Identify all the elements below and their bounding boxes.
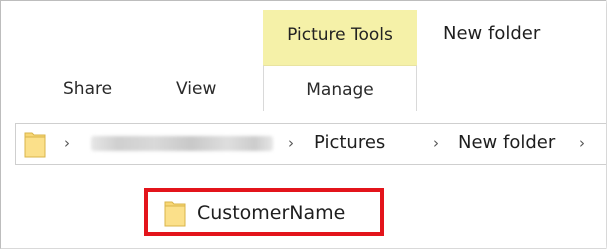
- folder-item-customername[interactable]: CustomerName: [144, 188, 384, 236]
- chevron-right-icon[interactable]: ›: [64, 134, 70, 152]
- breadcrumb-new-folder[interactable]: New folder: [458, 132, 555, 153]
- window-title: New folder: [443, 23, 541, 44]
- address-bar[interactable]: › › Pictures › New folder ›: [15, 123, 606, 165]
- file-name: CustomerName: [197, 202, 346, 224]
- tab-share[interactable]: Share: [63, 79, 112, 99]
- tab-view[interactable]: View: [176, 79, 216, 99]
- folder-icon: [24, 130, 46, 158]
- tab-manage-label: Manage: [306, 80, 374, 100]
- chevron-right-icon[interactable]: ›: [433, 134, 439, 152]
- explorer-window: New folder Picture Tools Share View Mana…: [0, 0, 606, 249]
- breadcrumb-pictures[interactable]: Pictures: [314, 132, 385, 153]
- ribbon-tabs: Share View Manage: [1, 65, 606, 111]
- chevron-right-icon[interactable]: ›: [579, 134, 585, 152]
- contextual-group-label: Picture Tools: [287, 25, 393, 45]
- tab-manage[interactable]: Manage: [263, 65, 417, 111]
- picture-tools-group: Picture Tools: [263, 10, 417, 65]
- chevron-right-icon[interactable]: ›: [288, 134, 294, 152]
- folder-icon: [164, 199, 186, 227]
- breadcrumb-redacted[interactable]: [91, 136, 273, 151]
